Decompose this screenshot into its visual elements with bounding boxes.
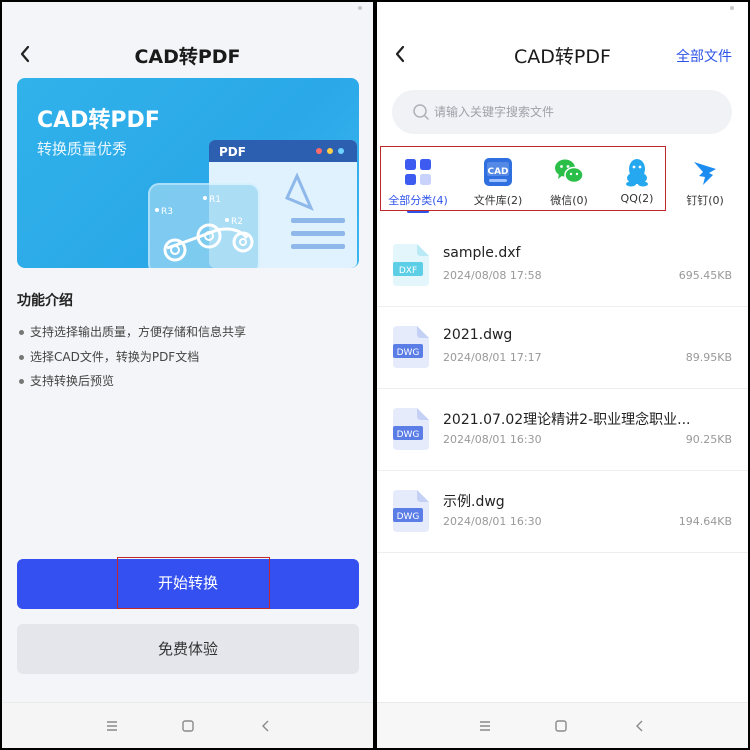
system-nav-bar <box>2 702 373 748</box>
header: CAD转PDF <box>2 32 373 76</box>
qq-icon <box>626 159 648 187</box>
category-label: QQ(2) <box>620 192 654 205</box>
svg-text:DXF: DXF <box>399 266 417 276</box>
intro-item: 支持转换后预览 <box>17 369 246 394</box>
file-picker-screen: CAD转PDF 全部文件 全部分类(4) CAD <box>377 2 748 748</box>
category-library[interactable]: CAD 文件库(2) <box>464 150 532 220</box>
category-label: 微信(0) <box>550 194 588 207</box>
file-date: 2024/08/01 16:30 <box>443 515 542 528</box>
svg-text:DWG: DWG <box>397 430 420 440</box>
dingtalk-icon <box>694 162 716 185</box>
free-trial-button[interactable]: 免费体验 <box>17 624 359 674</box>
file-name: 2021.07.02理论精讲2-职业理念职业... <box>443 412 691 428</box>
active-indicator <box>407 210 429 213</box>
cad-to-pdf-intro-screen: CAD转PDF CAD转PDF 转换质量优秀 PDF R3 R1 R2 功能介绍… <box>2 2 373 748</box>
pdf-doc-label: PDF <box>219 145 246 159</box>
dimension-label-r2: R2 <box>231 217 243 227</box>
file-size: 695.45KB <box>678 269 732 282</box>
intro-item: 选择CAD文件，转换为PDF文档 <box>17 345 246 370</box>
grid-icon <box>405 159 431 185</box>
nav-back-icon[interactable] <box>257 717 275 735</box>
file-name: 2021.dwg <box>443 327 513 343</box>
category-bar: 全部分类(4) CAD 文件库(2) 微信(0) QQ(2) 钉钉(0) <box>377 150 748 220</box>
dwg-file-icon: DWG <box>393 490 429 532</box>
file-date: 2024/08/01 17:17 <box>443 351 542 364</box>
file-name: 示例.dwg <box>443 494 505 510</box>
file-date: 2024/08/08 17:58 <box>443 269 542 282</box>
system-nav-bar <box>377 702 748 748</box>
dwg-file-icon: DWG <box>393 326 429 368</box>
category-label: 全部分类(4) <box>388 194 448 207</box>
file-list: DXF sample.dxf 2024/08/08 17:58 695.45KB… <box>377 225 748 553</box>
home-icon[interactable] <box>179 717 197 735</box>
dwg-file-icon: DWG <box>393 408 429 450</box>
nav-back-icon[interactable] <box>631 717 649 735</box>
file-row[interactable]: DWG 2021.dwg 2024/08/01 17:17 89.95KB <box>377 307 748 389</box>
status-dot <box>358 6 362 10</box>
cad-library-icon: CAD <box>484 158 512 186</box>
category-label: 钉钉(0) <box>686 194 724 207</box>
dimension-label-r1: R1 <box>209 195 221 205</box>
intro-title: 功能介绍 <box>17 293 73 309</box>
file-row[interactable]: DWG 2021.07.02理论精讲2-职业理念职业... 2024/08/01… <box>377 389 748 471</box>
cad-pdf-illustration: PDF R3 R1 R2 <box>148 140 357 268</box>
all-files-link[interactable]: 全部文件 <box>676 46 732 66</box>
search-icon <box>413 104 429 120</box>
banner-title: CAD转PDF <box>37 108 160 133</box>
category-all[interactable]: 全部分类(4) <box>384 150 452 220</box>
category-label: 文件库(2) <box>473 194 523 207</box>
intro-item: 支持选择输出质量，方便存储和信息共享 <box>17 320 246 345</box>
intro-list: 支持选择输出质量，方便存储和信息共享 选择CAD文件，转换为PDF文档 支持转换… <box>17 320 246 394</box>
file-row[interactable]: DXF sample.dxf 2024/08/08 17:58 695.45KB <box>377 225 748 307</box>
search-bar[interactable] <box>392 90 732 134</box>
feature-banner: CAD转PDF 转换质量优秀 PDF R3 R1 R2 <box>17 78 359 268</box>
file-row[interactable]: DWG 示例.dwg 2024/08/01 16:30 194.64KB <box>377 471 748 553</box>
category-qq[interactable]: QQ(2) <box>603 150 671 220</box>
page-title: CAD转PDF <box>134 46 241 68</box>
status-dot <box>730 6 734 10</box>
menu-icon[interactable] <box>103 717 121 735</box>
file-size: 89.95KB <box>685 351 732 364</box>
svg-text:DWG: DWG <box>397 348 420 358</box>
file-size: 90.25KB <box>685 433 732 446</box>
file-name: sample.dxf <box>443 245 521 261</box>
home-icon[interactable] <box>552 717 570 735</box>
dxf-file-icon: DXF <box>393 244 429 286</box>
wechat-icon <box>555 159 584 184</box>
banner-subtitle: 转换质量优秀 <box>37 140 128 158</box>
header: CAD转PDF 全部文件 <box>377 32 748 76</box>
file-size: 194.64KB <box>678 515 732 528</box>
dimension-label-r3: R3 <box>161 207 173 217</box>
start-convert-button[interactable]: 开始转换 <box>17 559 359 609</box>
menu-icon[interactable] <box>476 717 494 735</box>
category-dingtalk[interactable]: 钉钉(0) <box>671 150 739 220</box>
svg-text:CAD: CAD <box>487 167 508 177</box>
category-wechat[interactable]: 微信(0) <box>535 150 603 220</box>
file-date: 2024/08/01 16:30 <box>443 433 542 446</box>
svg-text:DWG: DWG <box>397 512 420 522</box>
search-input[interactable] <box>434 90 714 134</box>
